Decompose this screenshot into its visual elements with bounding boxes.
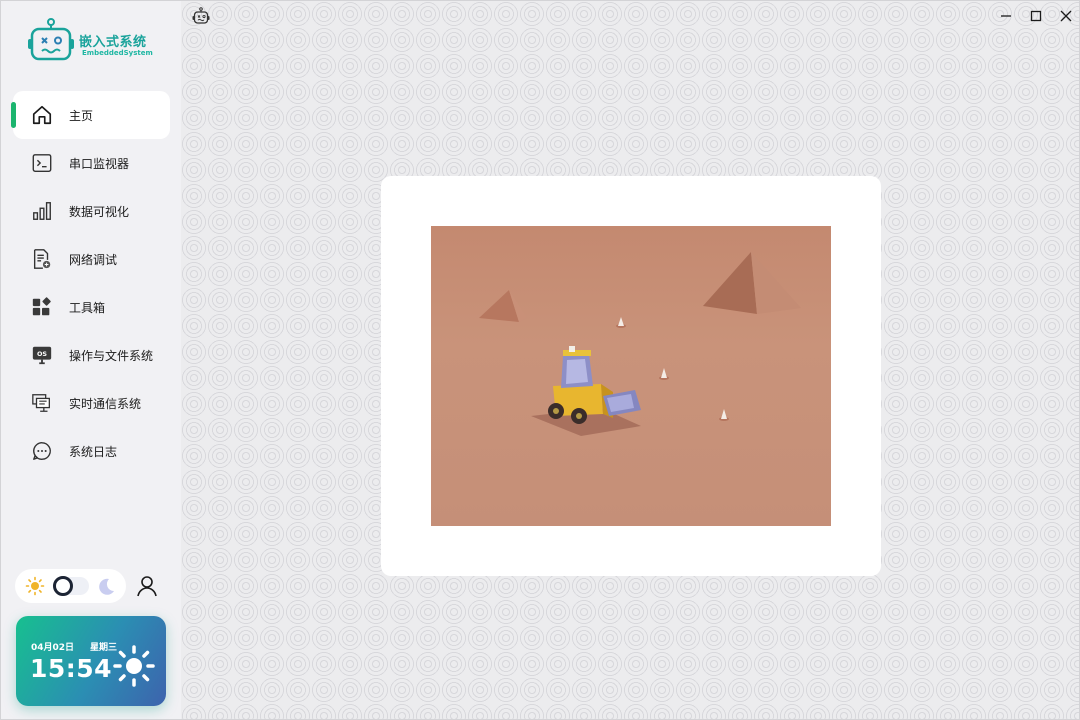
robot-app-icon [192, 7, 210, 24]
sidebar-item-label: 数据可视化 [69, 204, 130, 219]
sidebar-item-label: 系统日志 [69, 444, 118, 459]
sidebar-item-data-visualization[interactable]: 数据可视化 [13, 187, 170, 235]
user-icon[interactable] [135, 574, 159, 598]
brand: 嵌入式系统 EmbeddedSystem [27, 17, 167, 67]
toolbox-icon [29, 294, 55, 320]
title-bar[interactable] [181, 1, 1079, 31]
theme-toggle[interactable] [15, 569, 126, 603]
communication-icon [29, 390, 55, 416]
sidebar-nav: 主页 串口监视器 数据可视化 网络调试 工具箱 OS 操作与文件系统 实时通信系… [11, 91, 170, 475]
sidebar-item-serial-monitor[interactable]: 串口监视器 [13, 139, 170, 187]
chat-log-icon [29, 438, 55, 464]
clock-widget: 04月02日 星期三 15:54 [16, 616, 166, 706]
sidebar-item-label: 工具箱 [69, 300, 106, 315]
theme-switch[interactable] [53, 576, 89, 596]
clock-date: 04月02日 [31, 643, 75, 653]
sidebar-item-label: 操作与文件系统 [69, 348, 154, 363]
sidebar-item-label: 串口监视器 [69, 156, 130, 171]
app-title: 嵌入式系统 [79, 35, 147, 50]
sidebar-item-label: 网络调试 [69, 252, 118, 267]
active-indicator [11, 102, 16, 128]
home-icon [29, 102, 55, 128]
sidebar-item-label: 实时通信系统 [69, 396, 142, 411]
close-icon [1060, 10, 1072, 22]
sun-icon [25, 576, 45, 596]
close-button[interactable] [1054, 5, 1078, 27]
desert-bulldozer-image [431, 226, 831, 526]
theme-switch-knob [53, 576, 73, 596]
sidebar-item-os-filesystem[interactable]: OS 操作与文件系统 [13, 331, 170, 379]
app-subtitle: EmbeddedSystem [82, 49, 153, 57]
sidebar-item-system-log[interactable]: 系统日志 [13, 427, 170, 475]
maximize-icon [1030, 10, 1042, 22]
app-window: 嵌入式系统 EmbeddedSystem 主页 串口监视器 数据可视化 网络调试… [0, 0, 1080, 720]
main-content [181, 1, 1079, 719]
bar-chart-icon [29, 198, 55, 224]
maximize-button[interactable] [1024, 5, 1048, 27]
robot-logo-icon [28, 18, 74, 61]
minimize-button[interactable] [994, 5, 1018, 27]
desert-scene [431, 226, 831, 526]
sidebar-item-network-debug[interactable]: 网络调试 [13, 235, 170, 283]
terminal-icon [29, 150, 55, 176]
minimize-icon [1001, 15, 1011, 17]
clock-time: 15:54 [30, 654, 113, 683]
sidebar-item-home[interactable]: 主页 [11, 91, 170, 139]
home-image-card [381, 176, 881, 576]
sidebar-item-toolbox[interactable]: 工具箱 [13, 283, 170, 331]
network-doc-icon [29, 246, 55, 272]
svg-text:OS: OS [37, 350, 47, 358]
sun-icon [113, 645, 155, 687]
os-monitor-icon: OS [29, 342, 55, 368]
sidebar-item-label: 主页 [69, 108, 94, 123]
moon-icon [99, 578, 114, 595]
sidebar-item-realtime-comm[interactable]: 实时通信系统 [13, 379, 170, 427]
sidebar: 嵌入式系统 EmbeddedSystem 主页 串口监视器 数据可视化 网络调试… [1, 1, 181, 719]
